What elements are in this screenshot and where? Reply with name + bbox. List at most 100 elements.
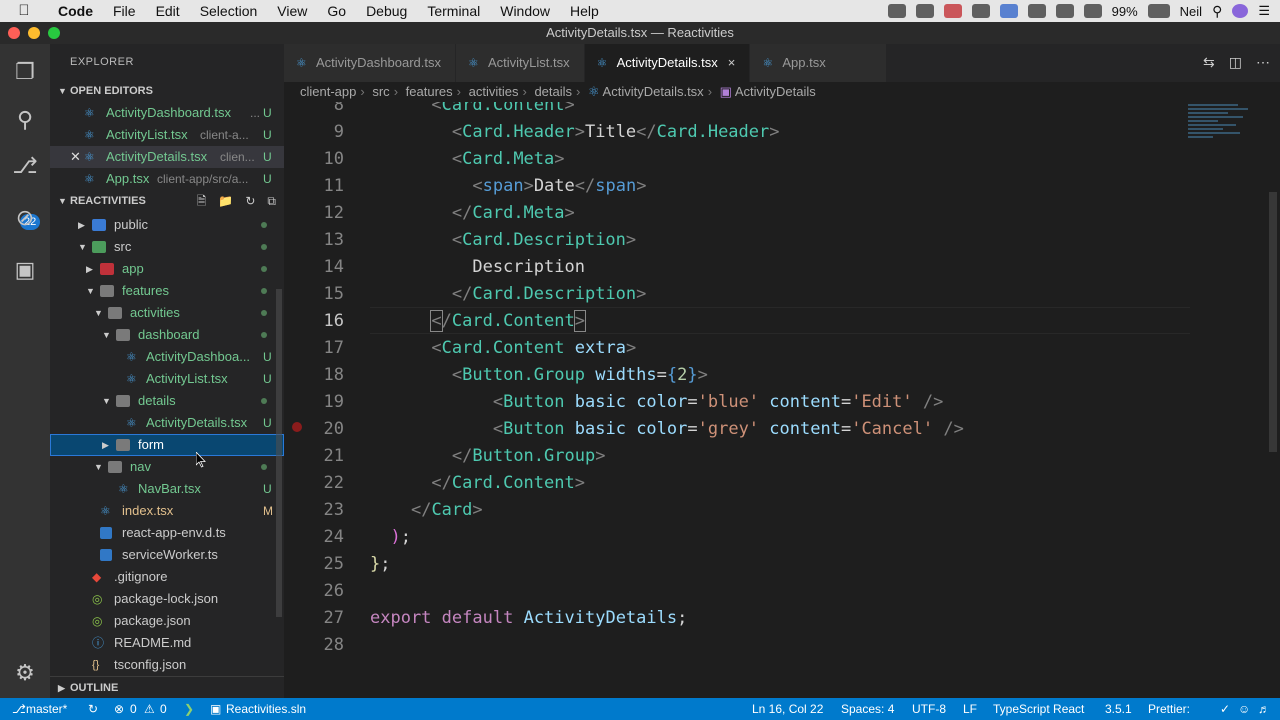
cursor-position[interactable]: Ln 16, Col 22 [752,698,823,720]
indentation[interactable]: Spaces: 4 [841,698,894,720]
tree-item-details[interactable]: ▼ details [50,390,284,412]
app-status-icon[interactable] [999,4,1018,18]
solution-name[interactable]: Reactivities.sln [226,698,306,720]
apple-icon[interactable]:  [0,0,48,22]
tree-item-file[interactable]: react-app-env.d.ts [50,522,284,544]
tab-activitylist[interactable]: ⚛ ActivityList.tsx [456,44,585,82]
collapse-all-icon[interactable]: ⧉ [267,190,276,212]
menu-help[interactable]: Help [560,0,609,22]
line-ending[interactable]: LF [963,698,977,720]
menu-go[interactable]: Go [317,0,356,22]
prettier-status[interactable]: Prettier: [1148,698,1190,720]
status-icon-1[interactable] [887,4,906,18]
breadcrumb-item[interactable]: ActivityDetails.tsx [603,84,704,99]
tab-app[interactable]: ⚛ App.tsx [750,44,887,82]
tree-item-dashboard[interactable]: ▼ dashboard [50,324,284,346]
gear-icon[interactable]: ⚙ [11,659,39,687]
tree-item-activities[interactable]: ▼ activities [50,302,284,324]
tree-item-nav[interactable]: ▼ nav [50,456,284,478]
ts-version[interactable]: 3.5.1 [1105,698,1132,720]
menu-debug[interactable]: Debug [356,0,417,22]
tab-activitydashboard[interactable]: ⚛ ActivityDashboard.tsx [284,44,456,82]
menu-window[interactable]: Window [490,0,560,22]
menu-edit[interactable]: Edit [146,0,190,22]
user-name[interactable]: Neil [1180,4,1202,19]
bell-icon[interactable]: ♬ [1258,698,1270,720]
extensions-icon[interactable]: ▣ [11,256,39,284]
spotlight-search-icon[interactable]: ⚲ [1212,3,1222,20]
app-menu[interactable]: Code [48,0,103,22]
more-icon[interactable]: ⋯ [1256,54,1270,71]
minimize-window-button[interactable] [28,27,40,39]
error-count[interactable]: 0 [130,698,137,720]
tree-item-src[interactable]: ▼ src [50,236,284,258]
breadcrumb-item[interactable]: src [372,84,389,99]
notification-center-icon[interactable]: ☰ [1258,3,1270,19]
wifi-icon[interactable] [1055,4,1074,18]
sync-icon[interactable]: ↻ [88,698,98,720]
open-editor-item[interactable]: ⚛ ActivityList.tsx client-a... U [50,124,284,146]
tree-item-file[interactable]: ⚛ ActivityDetails.tsx U [50,412,284,434]
breadcrumb-item[interactable]: details [534,84,572,99]
zoom-window-button[interactable] [48,27,60,39]
scrollbar-thumb[interactable] [1269,192,1277,452]
battery-icon[interactable] [1147,4,1170,18]
branch-name[interactable]: master* [26,698,67,720]
tree-item-app[interactable]: ▶ app [50,258,284,280]
new-folder-icon[interactable]: 📁 [218,190,233,212]
split-editor-icon[interactable]: ◫ [1229,54,1242,71]
sidebar-scrollbar[interactable] [276,289,282,617]
outline-header[interactable]: ▶ OUTLINE [50,676,284,698]
open-editor-item-active[interactable]: ✕ ⚛ ActivityDetails.tsx clien... U [50,146,284,168]
warning-icon[interactable]: ⚠ [144,698,155,720]
open-editor-item[interactable]: ⚛ App.tsx client-app/src/a... U [50,168,284,190]
airplay-icon[interactable] [1083,4,1102,18]
tree-item-file[interactable]: {} tsconfig.json [50,654,284,676]
minimap[interactable] [1188,102,1268,162]
siri-icon[interactable] [1232,4,1249,18]
tree-item-file[interactable]: ⚛ ActivityDashboa... U [50,346,284,368]
feedback-icon[interactable]: ☺ [1238,698,1250,720]
tree-item-file[interactable]: ◆ .gitignore [50,566,284,588]
menu-terminal[interactable]: Terminal [417,0,490,22]
record-icon[interactable] [943,4,962,18]
warning-count[interactable]: 0 [160,698,167,720]
search-icon[interactable]: ⚲ [11,106,39,134]
breadcrumb-item[interactable]: client-app [300,84,356,99]
debug-icon[interactable]: ⊘ [11,204,39,232]
tree-item-file[interactable]: ◎ package.json [50,610,284,632]
breadcrumb-item[interactable]: ActivityDetails [735,84,816,99]
tab-close-icon[interactable]: × [728,55,736,70]
tree-item-features[interactable]: ▼ features [50,280,284,302]
breadcrumb-item[interactable]: features [406,84,453,99]
refresh-icon[interactable]: ↻ [245,190,255,212]
close-icon[interactable]: ✕ [70,146,81,168]
tree-item-public[interactable]: ▶ public [50,214,284,236]
close-window-button[interactable] [8,27,20,39]
tree-item-file[interactable]: ⚛ index.tsx M [50,500,284,522]
tab-activitydetails[interactable]: ⚛ ActivityDetails.tsx × [584,44,751,82]
source-control-icon[interactable]: ⎇ [11,152,39,180]
tree-item-form[interactable]: ▶ form [50,434,284,456]
tree-item-file[interactable]: ◎ package-lock.json [50,588,284,610]
compare-icon[interactable]: ⇆ [1203,54,1215,71]
menu-view[interactable]: View [267,0,317,22]
code-editor[interactable]: 8 9 10 11 12 13 14 15 16 17 18 19 20 21 … [284,102,1280,698]
tree-item-file[interactable]: ⓘ README.md [50,632,284,654]
tree-item-file[interactable]: ⚛ ActivityList.tsx U [50,368,284,390]
breadcrumb-item[interactable]: activities [469,84,519,99]
new-file-icon[interactable]: 🗎 [197,190,207,212]
open-editor-item[interactable]: ⚛ ActivityDashboard.tsx ... U [50,102,284,124]
open-editors-header[interactable]: ▼ OPEN EDITORS [50,80,284,102]
project-header[interactable]: ▼ REACTIVITIES 🗎 📁 ↻ ⧉ [50,190,284,212]
explorer-icon[interactable]: ❐ [11,58,39,86]
bluetooth-icon[interactable] [1027,4,1046,18]
menu-selection[interactable]: Selection [190,0,268,22]
menu-file[interactable]: File [103,0,146,22]
cloud-icon[interactable] [915,4,934,18]
tree-item-file[interactable]: serviceWorker.ts [50,544,284,566]
tree-item-file[interactable]: ⚛ NavBar.tsx U [50,478,284,500]
check-icon[interactable]: ✓ [1220,698,1230,720]
live-share-icon[interactable]: ❯ [184,698,194,720]
error-icon[interactable]: ⊗ [114,698,124,720]
